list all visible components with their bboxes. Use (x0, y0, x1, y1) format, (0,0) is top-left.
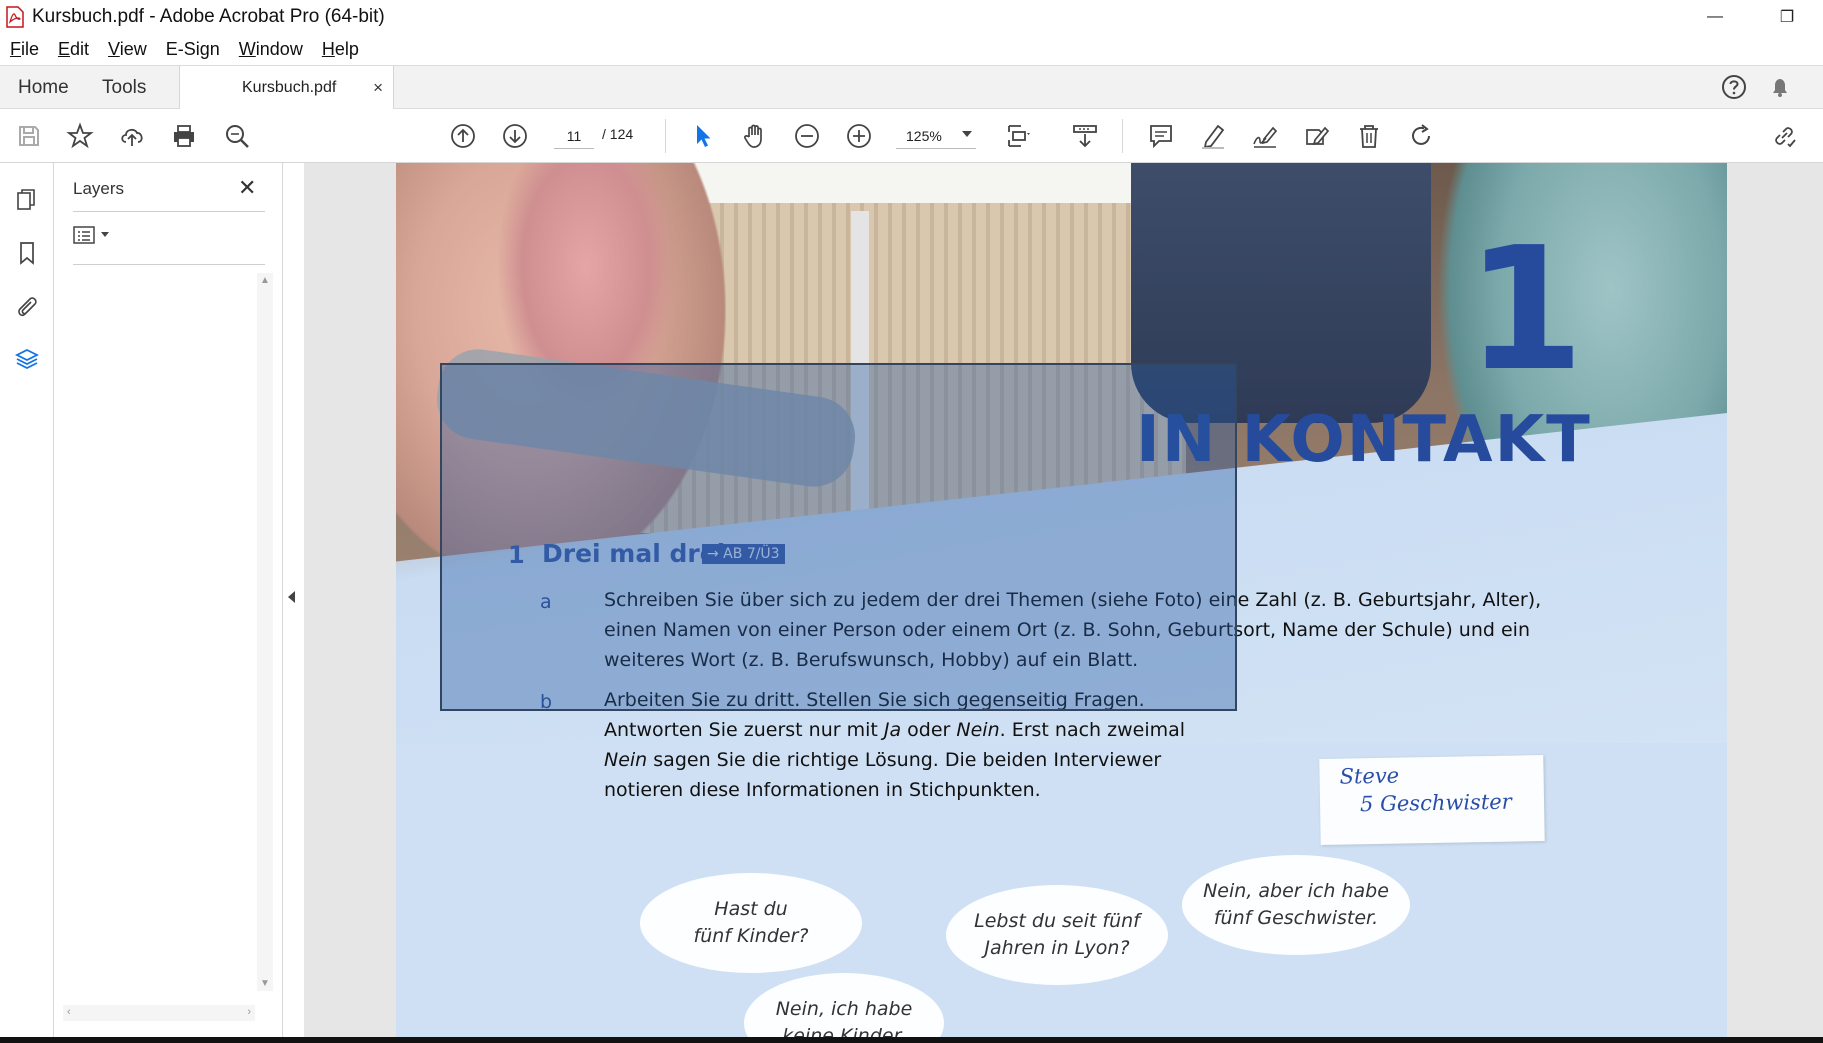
acrobat-logo-icon (6, 6, 24, 28)
layers-options-button[interactable] (73, 225, 109, 245)
zoom-value: 125% (906, 127, 942, 144)
board-stand (851, 211, 869, 511)
menu-view[interactable]: View (108, 39, 147, 60)
page-thumbnails-icon[interactable] (12, 185, 42, 215)
menu-bar: File Edit View E-Sign Window Help (0, 34, 1823, 65)
main-toolbar: / 124 125% (0, 109, 1823, 163)
layers-icon[interactable] (12, 344, 42, 374)
scroll-right-icon[interactable]: › (247, 1006, 251, 1018)
collapse-panel-icon[interactable] (288, 591, 295, 603)
bookmarks-icon[interactable] (12, 238, 42, 268)
next-page-icon[interactable] (500, 121, 530, 151)
menu-window[interactable]: Window (239, 39, 303, 60)
attachments-icon[interactable] (12, 291, 42, 321)
chapter-number: 1 (1466, 211, 1585, 409)
tab-bar: Home Tools Kursbuch.pdf × (0, 65, 1823, 110)
zoom-in-icon[interactable] (844, 121, 874, 151)
layers-panel: Layers ✕ ▲ ▼ ‹ › (55, 163, 283, 1037)
taskbar-edge (0, 1037, 1823, 1043)
task-b-line: Nein sagen Sie die richtige Lösung. Die … (604, 749, 1162, 771)
chapter-title: IN KONTAKT (1136, 403, 1592, 477)
exercise-number: 1 (508, 541, 525, 569)
rotate-icon[interactable] (1406, 121, 1436, 151)
navigation-rail (0, 163, 54, 1037)
panel-title: Layers (73, 179, 125, 198)
scroll-left-icon[interactable]: ‹ (67, 1006, 71, 1018)
panel-horizontal-scrollbar[interactable]: ‹ › (63, 1005, 255, 1021)
task-b-line: notieren diese Informationen in Stichpun… (604, 779, 1041, 801)
chevron-down-icon (962, 131, 972, 137)
restore-button[interactable]: ❐ (1751, 0, 1823, 34)
sign-icon[interactable] (1250, 121, 1280, 151)
handwritten-note: Steve 5 Geschwister (1319, 755, 1545, 845)
bookmark-star-icon[interactable] (65, 121, 95, 151)
upload-cloud-icon[interactable] (117, 121, 147, 151)
scroll-mode-icon[interactable] (1070, 121, 1100, 151)
options-list-icon (73, 226, 95, 244)
speech-bubble: Nein, aber ich habe fünf Geschwister. (1182, 855, 1410, 955)
toolbar-divider (1122, 119, 1123, 153)
tab-document[interactable]: Kursbuch.pdf × (179, 66, 394, 110)
panel-vertical-scrollbar[interactable]: ▲ ▼ (257, 273, 273, 991)
task-b-line: Antworten Sie zuerst nur mit Ja oder Nei… (604, 719, 1186, 741)
speech-bubble: Nein, ich habe keine Kinder. (744, 973, 944, 1037)
menu-help[interactable]: Help (322, 39, 359, 60)
acrobat-window: Kursbuch.pdf - Adobe Acrobat Pro (64-bit… (0, 0, 1823, 1043)
minimize-button[interactable]: — (1679, 0, 1751, 34)
panel-divider (73, 211, 265, 212)
print-icon[interactable] (169, 121, 199, 151)
highlight-icon[interactable] (1198, 121, 1228, 151)
save-icon[interactable] (14, 121, 44, 151)
page-number-input[interactable] (554, 123, 594, 149)
toolbar-divider (665, 119, 666, 153)
delete-icon[interactable] (1354, 121, 1384, 151)
workbook-reference-badge: → AB 7/Ü3 (702, 544, 785, 564)
edit-pdf-icon[interactable] (1302, 121, 1332, 151)
minimize-icon: — (1707, 8, 1723, 25)
task-letter-b: b (540, 691, 553, 713)
standing-person (1131, 163, 1431, 423)
menu-esign[interactable]: E-Sign (166, 39, 220, 60)
close-panel-icon[interactable]: ✕ (238, 175, 256, 201)
select-pointer-icon[interactable] (688, 121, 718, 151)
zoom-select[interactable]: 125% (896, 123, 976, 149)
previous-page-icon[interactable] (448, 121, 478, 151)
scroll-down-icon[interactable]: ▼ (260, 978, 270, 989)
speech-bubble: Hast du fünf Kinder? (640, 873, 862, 973)
notification-bell-icon[interactable] (1767, 74, 1793, 100)
page-fit-icon[interactable] (1004, 121, 1034, 151)
document-tab-label: Kursbuch.pdf (242, 79, 337, 96)
scroll-up-icon[interactable]: ▲ (260, 275, 270, 286)
share-link-icon[interactable] (1769, 121, 1799, 151)
title-bar: Kursbuch.pdf - Adobe Acrobat Pro (64-bit… (0, 0, 1823, 34)
window-title: Kursbuch.pdf - Adobe Acrobat Pro (64-bit… (32, 6, 385, 27)
hand-tool-icon[interactable] (740, 121, 770, 151)
close-tab-icon[interactable]: × (373, 78, 383, 98)
speech-bubble: Lebst du seit fünf Jahren in Lyon? (946, 885, 1168, 985)
menu-file[interactable]: File (10, 39, 39, 60)
task-a-line: einen Namen von einer Person oder einem … (604, 619, 1530, 641)
zoom-out-icon[interactable] (792, 121, 822, 151)
restore-icon: ❐ (1779, 9, 1795, 26)
find-zoom-icon[interactable] (222, 121, 252, 151)
tab-tools[interactable]: Tools (102, 66, 146, 109)
comment-icon[interactable] (1146, 121, 1176, 151)
tab-home[interactable]: Home (18, 66, 69, 109)
task-b-line: Arbeiten Sie zu dritt. Stellen Sie sich … (604, 689, 1145, 711)
document-view[interactable]: 1 IN KONTAKT 1 Drei mal drei! → AB 7/Ü3 … (304, 163, 1823, 1037)
help-icon[interactable] (1721, 74, 1747, 100)
page-total-label: / 124 (602, 126, 634, 142)
task-letter-a: a (540, 591, 552, 613)
chevron-down-icon (101, 232, 109, 237)
task-a-line: Schreiben Sie über sich zu jedem der dre… (604, 589, 1542, 611)
panel-divider (73, 264, 265, 265)
menu-edit[interactable]: Edit (58, 39, 89, 60)
panel-collapse-strip[interactable] (284, 163, 304, 1037)
note-line: Steve (1339, 763, 1400, 789)
task-a-line: weiteres Wort (z. B. Berufswunsch, Hobby… (604, 649, 1139, 671)
pdf-page[interactable]: 1 IN KONTAKT 1 Drei mal drei! → AB 7/Ü3 … (396, 163, 1727, 1037)
note-line: 5 Geschwister (1359, 789, 1512, 817)
